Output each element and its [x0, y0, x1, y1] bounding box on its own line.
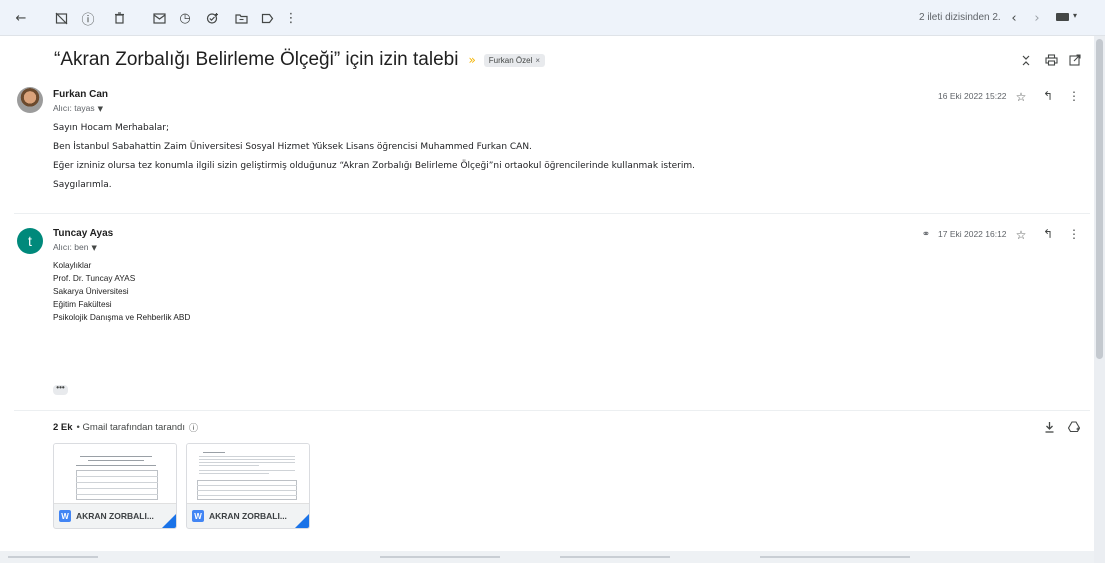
message-date: 16 Eki 2022 15:22 — [938, 91, 1007, 101]
reply-icon[interactable]: ↰ — [1041, 227, 1055, 241]
chevron-left-icon[interactable]: ‹ — [1005, 9, 1023, 27]
scan-note: • Gmail tarafından tarandı — [76, 422, 185, 433]
open-new-window-icon[interactable] — [1067, 52, 1083, 68]
attachment-card[interactable]: W AKRAN ZORBALI... — [186, 443, 310, 529]
avatar[interactable]: t — [17, 228, 43, 254]
attachment-count: 2 Ek — [53, 422, 73, 433]
print-icon[interactable] — [1043, 52, 1059, 68]
avatar[interactable] — [17, 87, 43, 113]
add-to-drive-icon[interactable] — [1067, 420, 1081, 434]
label-chip[interactable]: Furkan Özel × — [483, 53, 546, 67]
attachment-thumbnail — [54, 444, 176, 504]
message-divider — [14, 213, 1090, 214]
body-line: Psikolojik Danışma ve Rehberlik ABD — [53, 312, 191, 322]
vertical-scrollbar[interactable] — [1094, 36, 1105, 563]
move-to-icon[interactable] — [232, 9, 250, 27]
more-vert-icon[interactable]: ⋮ — [1067, 227, 1081, 241]
body-line: Sayın Hocam Merhabalar; — [53, 123, 170, 133]
attachment-footer: W AKRAN ZORBALI... — [54, 504, 176, 528]
back-arrow-icon[interactable]: ← — [12, 9, 30, 27]
attachment-footer: W AKRAN ZORBALI... — [187, 504, 309, 528]
important-marker-icon[interactable]: » — [468, 53, 475, 67]
delete-icon[interactable] — [110, 9, 128, 27]
label-icon[interactable] — [258, 9, 276, 27]
bottom-strip — [0, 551, 1094, 563]
chevron-down-icon[interactable]: ▼ — [91, 244, 96, 252]
recipient-line[interactable]: Alıcı: tayas ▼ — [53, 103, 103, 113]
more-vert-icon[interactable]: ⋮ — [282, 9, 300, 27]
keyboard-icon[interactable] — [1056, 13, 1069, 21]
info-icon[interactable]: ⓘ — [189, 421, 198, 434]
body-line: Kolaylıklar — [53, 260, 92, 270]
body-line: Eğer izniniz olursa tez konumla ilgili s… — [53, 161, 695, 171]
word-doc-icon: W — [59, 510, 71, 522]
star-icon[interactable]: ☆ — [1014, 228, 1028, 242]
attachment-name: AKRAN ZORBALI... — [209, 511, 287, 521]
remove-label-icon[interactable]: × — [535, 56, 540, 65]
snooze-icon[interactable]: ◷ — [176, 9, 194, 27]
add-task-icon[interactable] — [203, 9, 221, 27]
scrollbar-thumb[interactable] — [1096, 39, 1103, 359]
word-doc-icon: W — [192, 510, 204, 522]
body-line: Prof. Dr. Tuncay AYAS — [53, 273, 136, 283]
sender-name[interactable]: Tuncay Ayas — [53, 228, 113, 239]
attachments-header: 2 Ek • Gmail tarafından tarandı ⓘ — [53, 421, 198, 434]
sender-name[interactable]: Furkan Can — [53, 89, 108, 100]
attachment-thumbnail — [187, 444, 309, 504]
chevron-down-icon[interactable]: ▾ — [1073, 11, 1077, 20]
chevron-right-icon[interactable]: › — [1028, 9, 1046, 27]
reply-icon[interactable]: ↰ — [1041, 89, 1055, 103]
attachment-icon: ⚭ — [921, 228, 931, 240]
attachment-card[interactable]: W AKRAN ZORBALI... — [53, 443, 177, 529]
expand-all-icon[interactable] — [1018, 52, 1034, 68]
report-spam-icon[interactable]: ⓘ — [79, 9, 97, 28]
archive-icon[interactable] — [52, 9, 70, 27]
attachment-name: AKRAN ZORBALI... — [76, 511, 154, 521]
chevron-down-icon[interactable]: ▼ — [98, 105, 103, 113]
attachment-corner — [162, 514, 176, 528]
recipient-line[interactable]: Alıcı: ben ▼ — [53, 242, 97, 252]
thread-subject: “Akran Zorbalığı Belirleme Ölçeği” için … — [54, 49, 459, 70]
recipient-text: Alıcı: tayas — [53, 103, 95, 113]
body-line: Saygılarımla. — [53, 180, 112, 190]
show-trimmed-content-button[interactable]: ••• — [53, 384, 68, 395]
label-chip-text: Furkan Özel — [488, 55, 533, 65]
body-line: Sakarya Üniversitesi — [53, 286, 129, 296]
attachment-corner — [295, 514, 309, 528]
message-date: 17 Eki 2022 16:12 — [938, 229, 1007, 239]
toolbar: ← ⓘ ◷ ⋮ 2 ileti dizisinden 2. ‹ › ▾ — [0, 0, 1105, 36]
body-line: Ben İstanbul Sabahattin Zaim Üniversites… — [53, 142, 532, 152]
mark-unread-icon[interactable] — [150, 9, 168, 27]
pager-text: 2 ileti dizisinden 2. — [919, 12, 1001, 23]
star-icon[interactable]: ☆ — [1014, 90, 1028, 104]
body-line: Eğitim Fakültesi — [53, 299, 112, 309]
subject-row: “Akran Zorbalığı Belirleme Ölçeği” için … — [54, 46, 546, 74]
download-all-icon[interactable] — [1042, 420, 1056, 434]
recipient-text: Alıcı: ben — [53, 242, 89, 252]
attachments-divider — [14, 410, 1090, 411]
more-vert-icon[interactable]: ⋮ — [1067, 89, 1081, 103]
